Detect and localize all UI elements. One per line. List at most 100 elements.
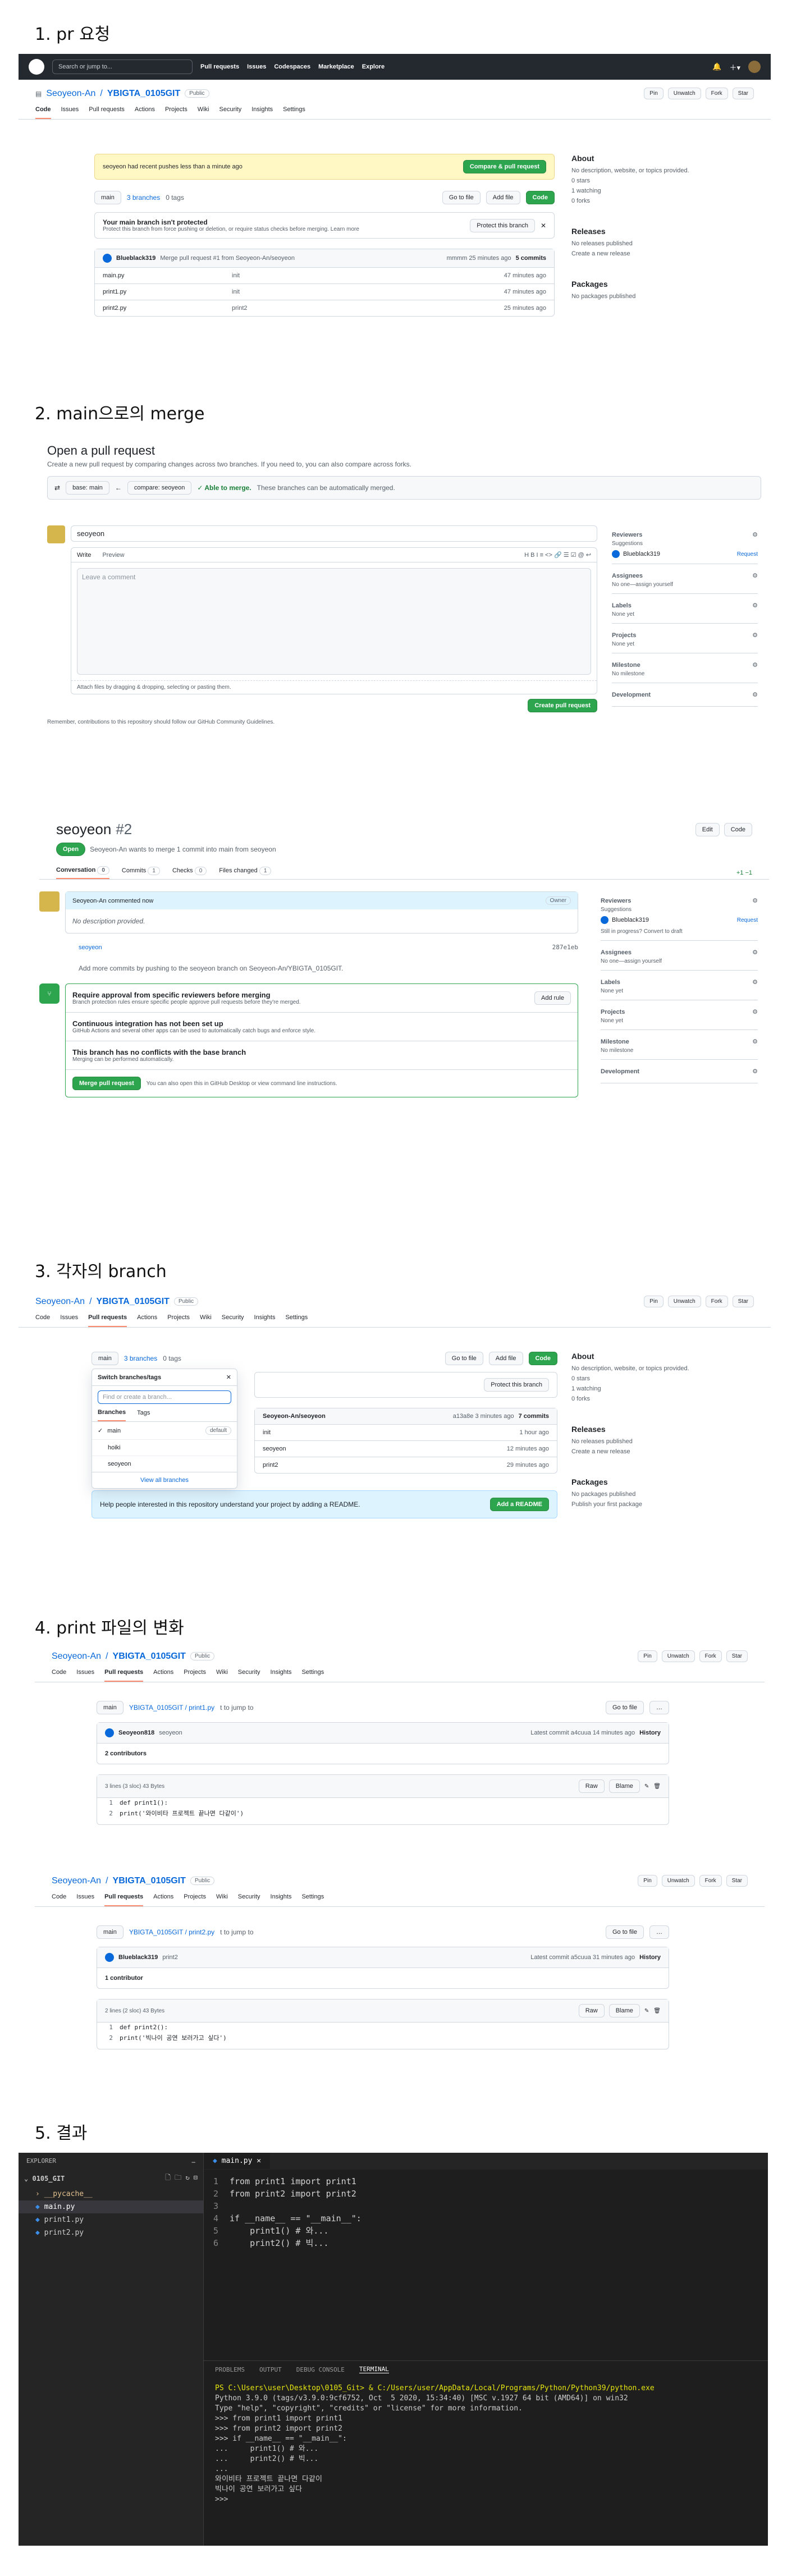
commit-user[interactable]: Blueblack319 bbox=[118, 1954, 158, 1961]
file-path[interactable]: YBIGTA_0105GIT / print2.py bbox=[129, 1928, 214, 1936]
edit-icon[interactable]: ✎ bbox=[644, 1783, 649, 1790]
pin-button[interactable]: Pin bbox=[644, 88, 664, 99]
sidebar-heading[interactable]: Projects bbox=[601, 1009, 625, 1015]
tab-code[interactable]: Code bbox=[35, 1314, 50, 1327]
commits-count[interactable]: 7 commits bbox=[519, 1413, 549, 1420]
stars[interactable]: 0 stars bbox=[571, 177, 723, 184]
base-select[interactable]: base: main bbox=[66, 481, 109, 495]
star-button[interactable]: Star bbox=[726, 1875, 748, 1887]
star-button[interactable]: Star bbox=[732, 1296, 754, 1307]
close-icon[interactable]: ✕ bbox=[226, 1374, 231, 1381]
sidebar-heading[interactable]: Assignees bbox=[601, 949, 632, 956]
reviewer-name[interactable]: Blueblack319 bbox=[623, 551, 660, 557]
pin-button[interactable]: Pin bbox=[644, 1296, 664, 1307]
tab-wiki[interactable]: Wiki bbox=[200, 1314, 212, 1327]
watching[interactable]: 1 watching bbox=[571, 1385, 723, 1392]
blame-button[interactable]: Blame bbox=[608, 2004, 640, 2017]
convert-draft[interactable]: Still in progress? Convert to draft bbox=[601, 928, 758, 935]
branch-item-hoiki[interactable]: hoiki bbox=[92, 1439, 237, 1456]
repo-tab[interactable]: Wiki bbox=[216, 1893, 228, 1906]
gear-icon[interactable]: ⚙ bbox=[752, 531, 758, 538]
repo-tab[interactable]: Code bbox=[52, 1893, 66, 1906]
packages-heading[interactable]: Packages bbox=[571, 1477, 723, 1486]
sidebar-heading[interactable]: Development bbox=[601, 1068, 639, 1075]
repo-tab[interactable]: Actions bbox=[153, 1893, 173, 1906]
commit-message[interactable]: seoyeon bbox=[159, 1729, 182, 1736]
fork-button[interactable]: Fork bbox=[705, 88, 728, 99]
releases-heading[interactable]: Releases bbox=[571, 1425, 723, 1434]
commit-user[interactable]: Seoyeon-An/seoyeon bbox=[263, 1413, 326, 1420]
file-row[interactable]: main.py init 47 minutes ago bbox=[95, 267, 554, 283]
protect-branch-button[interactable]: Protect this branch bbox=[484, 1378, 549, 1392]
commit-message[interactable]: Merge pull request #1 from Seoyeon-An/se… bbox=[160, 255, 295, 262]
pr-title-input[interactable]: seoyeon bbox=[71, 525, 597, 542]
fork-button[interactable]: Fork bbox=[699, 1875, 722, 1887]
code-button[interactable]: Code bbox=[528, 1352, 557, 1365]
comment-textarea[interactable]: Leave a comment bbox=[77, 568, 591, 675]
tab-code[interactable]: Code bbox=[35, 106, 51, 119]
unwatch-button[interactable]: Unwatch bbox=[661, 1875, 695, 1887]
request-review-link[interactable]: Request bbox=[737, 551, 758, 557]
repo-name[interactable]: YBIGTA_0105GIT bbox=[107, 89, 180, 99]
tab-actions[interactable]: Actions bbox=[135, 106, 155, 119]
commit-user[interactable]: Blueblack319 bbox=[116, 255, 155, 262]
sidebar-heading[interactable]: Labels bbox=[612, 602, 632, 609]
commit-link[interactable]: seoyeon bbox=[79, 944, 102, 951]
repo-tab[interactable]: Settings bbox=[301, 1893, 324, 1906]
pin-button[interactable]: Pin bbox=[638, 1875, 657, 1887]
nav-marketplace[interactable]: Marketplace bbox=[318, 63, 354, 70]
branches-link[interactable]: 3 branches bbox=[124, 1355, 157, 1362]
repo-owner[interactable]: Seoyeon-An bbox=[35, 1297, 85, 1307]
file-row[interactable]: print1.py init 47 minutes ago bbox=[95, 283, 554, 300]
nav-explore[interactable]: Explore bbox=[362, 63, 385, 70]
repo-tab[interactable]: Actions bbox=[153, 1669, 173, 1682]
contributors[interactable]: 2 contributors bbox=[105, 1750, 147, 1757]
forks[interactable]: 0 forks bbox=[571, 1395, 723, 1402]
repo-tab[interactable]: Pull requests bbox=[104, 1893, 144, 1906]
more-button[interactable]: … bbox=[649, 1701, 669, 1714]
repo-tab[interactable]: Issues bbox=[76, 1669, 94, 1682]
pin-button[interactable]: Pin bbox=[638, 1650, 657, 1662]
panel-tab-debug[interactable]: DEBUG CONSOLE bbox=[296, 2366, 345, 2373]
star-button[interactable]: Star bbox=[726, 1650, 748, 1662]
star-button[interactable]: Star bbox=[732, 88, 754, 99]
gear-icon[interactable]: ⚙ bbox=[752, 1068, 758, 1075]
gear-icon[interactable]: ⚙ bbox=[752, 632, 758, 639]
file-path[interactable]: YBIGTA_0105GIT / print1.py bbox=[129, 1704, 214, 1712]
add-file-button[interactable]: Add file bbox=[488, 1352, 523, 1365]
tab-commits[interactable]: Commits 1 bbox=[122, 866, 160, 879]
releases-heading[interactable]: Releases bbox=[571, 227, 723, 236]
tab-issues[interactable]: Issues bbox=[60, 1314, 78, 1327]
close-icon[interactable]: ✕ bbox=[541, 222, 546, 230]
unwatch-button[interactable]: Unwatch bbox=[667, 88, 701, 99]
code-editor[interactable]: 1 from print1 import print1 2 from print2 i… bbox=[204, 2175, 768, 2249]
commit-user[interactable]: Seoyeon818 bbox=[118, 1729, 154, 1736]
gear-icon[interactable]: ⚙ bbox=[752, 691, 758, 698]
repo-tab[interactable]: Insights bbox=[271, 1669, 292, 1682]
file-item-print2[interactable]: ◆ print2.py bbox=[19, 2226, 203, 2239]
repo-tab[interactable]: Issues bbox=[76, 1893, 94, 1906]
branch-select[interactable]: main bbox=[97, 1925, 123, 1939]
sidebar-heading[interactable]: Labels bbox=[601, 979, 620, 986]
contributors[interactable]: 1 contributor bbox=[105, 1975, 143, 1982]
tab-insights[interactable]: Insights bbox=[251, 106, 273, 119]
branch-select[interactable]: main bbox=[97, 1701, 123, 1714]
markdown-toolbar-icon[interactable]: H B I ≡ <> 🔗 ☰ ☑ @ ↩ bbox=[524, 551, 591, 559]
folder-name[interactable]: 0105_GIT bbox=[32, 2175, 65, 2182]
file-item-pycache[interactable]: › __pycache__ bbox=[19, 2188, 203, 2200]
gear-icon[interactable]: ⚙ bbox=[752, 602, 758, 609]
history-link[interactable]: History bbox=[639, 1729, 661, 1736]
code-button[interactable]: Code bbox=[724, 822, 752, 836]
commit-message[interactable]: print2 bbox=[162, 1954, 178, 1961]
repo-tab[interactable]: Wiki bbox=[216, 1669, 228, 1682]
tab-pull-requests[interactable]: Pull requests bbox=[88, 1314, 127, 1327]
file-item-print1[interactable]: ◆ print1.py bbox=[19, 2213, 203, 2226]
repo-tab[interactable]: Security bbox=[238, 1669, 260, 1682]
raw-button[interactable]: Raw bbox=[578, 2004, 605, 2017]
packages-heading[interactable]: Packages bbox=[571, 280, 723, 289]
fork-button[interactable]: Fork bbox=[705, 1296, 728, 1307]
sidebar-heading[interactable]: Projects bbox=[612, 632, 636, 639]
repo-owner[interactable]: Seoyeon-An bbox=[52, 1876, 101, 1886]
sidebar-heading[interactable]: Reviewers bbox=[612, 532, 642, 538]
sidebar-heading[interactable]: Milestone bbox=[612, 662, 640, 669]
